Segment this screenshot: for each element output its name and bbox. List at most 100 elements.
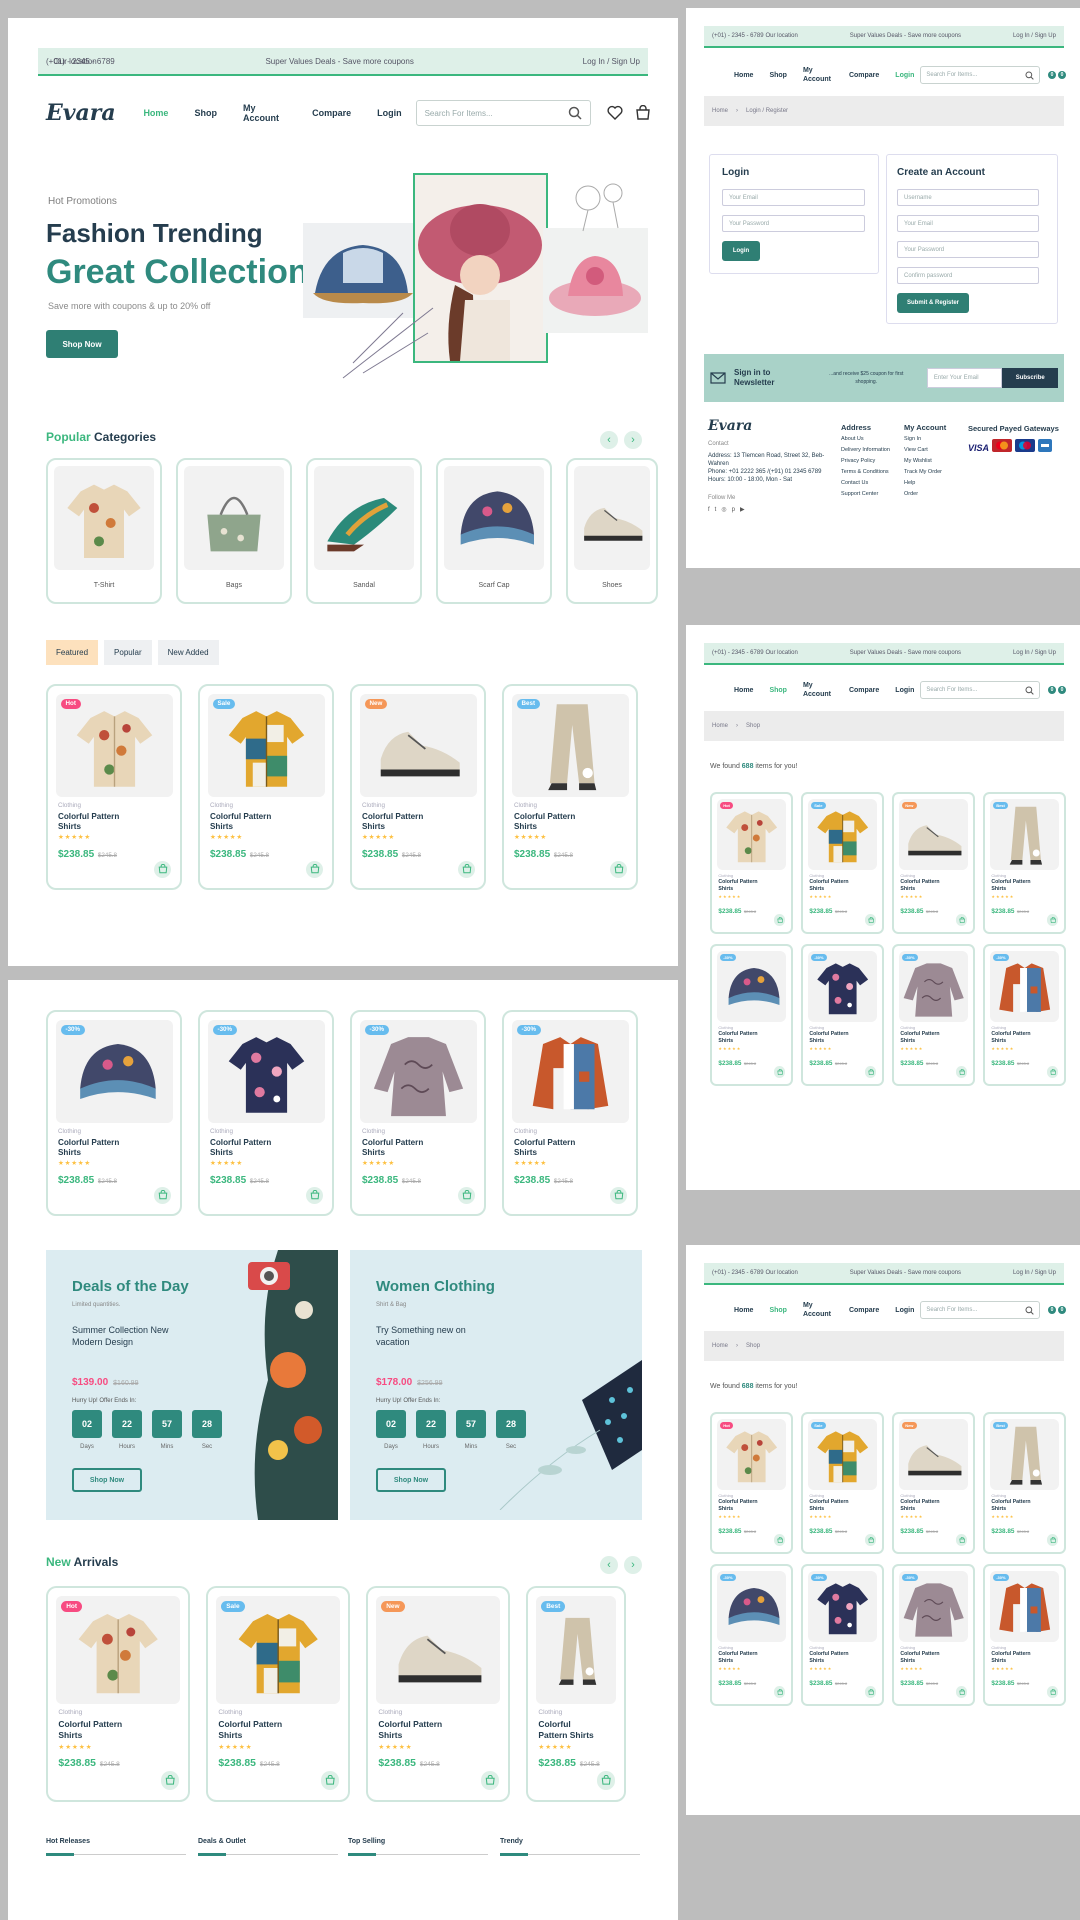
topbar-location[interactable]: Our location: [765, 1270, 797, 1276]
product-image[interactable]: [716, 1418, 787, 1490]
footer-link[interactable]: Privacy Policy: [841, 458, 896, 465]
product-card[interactable]: -30% Clothing Colorful Pattern Shirts ★★★★★…: [502, 1010, 638, 1216]
product-name[interactable]: Colorful Pattern Shirts: [718, 1499, 768, 1512]
nav-login[interactable]: Login: [377, 108, 402, 118]
nav-login[interactable]: Login: [895, 1307, 914, 1314]
add-to-cart-button[interactable]: [865, 1534, 877, 1546]
product-image[interactable]: [898, 798, 969, 870]
nav-shop[interactable]: Shop: [194, 108, 217, 118]
product-name[interactable]: Colorful Pattern Shirts: [58, 1138, 140, 1158]
product-card[interactable]: -30% Clothing Colorful Pattern Shirts ★★★★★…: [46, 1010, 182, 1216]
product-image[interactable]: [716, 950, 787, 1022]
add-to-cart-button[interactable]: [153, 860, 172, 878]
product-image[interactable]: [807, 1570, 878, 1642]
nav-my-account[interactable]: My Account: [243, 103, 286, 123]
register-email-field[interactable]: Your Email: [897, 215, 1039, 232]
bottom-tab[interactable]: Deals & Outlet: [198, 1838, 246, 1845]
footer-link[interactable]: Contact Us: [841, 480, 896, 487]
add-to-cart-button[interactable]: [160, 1771, 179, 1790]
product-card[interactable]: -30% Clothing Colorful Pattern Shirts ★★★★★…: [801, 944, 884, 1086]
category-card[interactable]: Bags: [176, 458, 292, 604]
product-card[interactable]: Sale Clothing Colorful Pattern Shirts ★★★★★…: [206, 1586, 350, 1802]
nav-compare[interactable]: Compare: [849, 687, 879, 694]
cart-count-badge[interactable]: 0: [1058, 71, 1066, 79]
product-name[interactable]: Colorful Pattern Shirts: [218, 1719, 304, 1740]
header-count-badges[interactable]: 00: [1048, 1306, 1066, 1314]
topbar-location[interactable]: Our location: [54, 57, 97, 66]
product-name[interactable]: Colorful Pattern Shirts: [514, 1138, 596, 1158]
product-card[interactable]: -30% Clothing Colorful Pattern Shirts ★★★★★…: [710, 944, 793, 1086]
nav-my-account[interactable]: My Account: [803, 1301, 833, 1319]
product-card[interactable]: -30% Clothing Colorful Pattern Shirts ★★★★★…: [710, 1564, 793, 1706]
search-bar[interactable]: Search For Items...: [920, 681, 1040, 699]
nav-home[interactable]: Home: [734, 72, 753, 79]
breadcrumb-home[interactable]: Home: [712, 1343, 728, 1349]
product-name[interactable]: Colorful Pattern Shirts: [378, 1719, 464, 1740]
product-name[interactable]: Colorful Pattern Shirts: [991, 879, 1041, 892]
product-name[interactable]: Colorful Pattern Shirts: [809, 1031, 859, 1044]
add-to-cart-button[interactable]: [774, 1686, 786, 1698]
wishlist-heart-icon[interactable]: [607, 105, 623, 121]
newsletter-email-input[interactable]: Enter Your Email: [926, 368, 1003, 388]
product-name[interactable]: Colorful Pattern Shirts: [718, 1031, 768, 1044]
footer-link[interactable]: Delivery Information: [841, 447, 896, 454]
tab-new-added[interactable]: New Added: [157, 640, 219, 665]
product-card[interactable]: Best Clothing Colorful Pattern Shirts ★★★★★…: [526, 1586, 626, 1802]
product-card[interactable]: -30% Clothing Colorful Pattern Shirts ★★★★★…: [892, 944, 975, 1086]
footer-link[interactable]: About Us: [841, 436, 896, 443]
add-to-cart-button[interactable]: [865, 1066, 877, 1078]
footer-link[interactable]: My Wishlist: [904, 458, 964, 465]
product-name[interactable]: Colorful Pattern Shirts: [210, 812, 292, 832]
tab-featured[interactable]: Featured: [46, 640, 99, 665]
add-to-cart-button[interactable]: [1047, 914, 1059, 926]
product-name[interactable]: Colorful Pattern Shirts: [58, 812, 140, 832]
login-button[interactable]: Login: [722, 241, 760, 261]
cart-count-badge[interactable]: 0: [1058, 686, 1066, 694]
add-to-cart-button[interactable]: [305, 860, 324, 878]
nav-shop[interactable]: Shop: [769, 687, 787, 694]
subscribe-button[interactable]: Subscribe: [1002, 368, 1058, 388]
product-name[interactable]: Colorful Pattern Shirts: [809, 879, 859, 892]
nav-login[interactable]: Login: [895, 687, 914, 694]
product-card[interactable]: -30% Clothing Colorful Pattern Shirts ★★★★★…: [892, 1564, 975, 1706]
product-name[interactable]: Colorful Pattern Shirts: [809, 1651, 859, 1664]
product-name[interactable]: Colorful Pattern Shirts: [362, 812, 444, 832]
product-card[interactable]: Hot Clothing Colorful Pattern Shirts ★★★★★ $…: [46, 684, 182, 890]
product-image[interactable]: [716, 1570, 787, 1642]
add-to-cart-button[interactable]: [1047, 1686, 1059, 1698]
footer-link[interactable]: View Cart: [904, 447, 964, 454]
product-image[interactable]: [535, 1595, 617, 1704]
login-password-field[interactable]: Your Password: [722, 215, 865, 232]
nav-my-account[interactable]: My Account: [803, 66, 833, 84]
categories-next-arrow[interactable]: ›: [624, 431, 642, 449]
product-image[interactable]: [989, 1418, 1060, 1490]
youtube-icon[interactable]: ▶: [740, 506, 745, 514]
nav-home[interactable]: Home: [734, 1307, 753, 1314]
add-to-cart-button[interactable]: [609, 1186, 628, 1204]
deal-shop-now-button[interactable]: Shop Now: [376, 1468, 446, 1492]
footer-link[interactable]: Help: [904, 480, 964, 487]
footer-link[interactable]: Sign In: [904, 436, 964, 443]
topbar-auth[interactable]: Log In / Sign Up: [1013, 650, 1056, 656]
add-to-cart-button[interactable]: [609, 860, 628, 878]
nav-home[interactable]: Home: [143, 108, 168, 118]
product-card[interactable]: -30% Clothing Colorful Pattern Shirts ★★★★★…: [983, 944, 1066, 1086]
register-password-field[interactable]: Your Password: [897, 241, 1039, 258]
add-to-cart-button[interactable]: [774, 1066, 786, 1078]
nav-compare[interactable]: Compare: [312, 108, 351, 118]
wishlist-count-badge[interactable]: 0: [1048, 71, 1056, 79]
add-to-cart-button[interactable]: [457, 1186, 476, 1204]
cart-icon[interactable]: [635, 105, 651, 121]
footer-link[interactable]: Support Center: [841, 491, 896, 498]
topbar-auth[interactable]: Log In / Sign Up: [1013, 1270, 1056, 1276]
deal-shop-now-button[interactable]: Shop Now: [72, 1468, 142, 1492]
category-card[interactable]: Shoes: [566, 458, 658, 604]
product-image[interactable]: [807, 1418, 878, 1490]
add-to-cart-button[interactable]: [320, 1771, 339, 1790]
product-name[interactable]: Colorful Pattern Shirts: [514, 812, 596, 832]
product-name[interactable]: Colorful Pattern Shirts: [900, 1031, 950, 1044]
add-to-cart-button[interactable]: [1047, 1066, 1059, 1078]
product-card[interactable]: Sale Clothing Colorful Pattern Shirts ★★★★★…: [801, 1412, 884, 1554]
nav-shop[interactable]: Shop: [769, 1307, 787, 1314]
product-image[interactable]: [989, 950, 1060, 1022]
